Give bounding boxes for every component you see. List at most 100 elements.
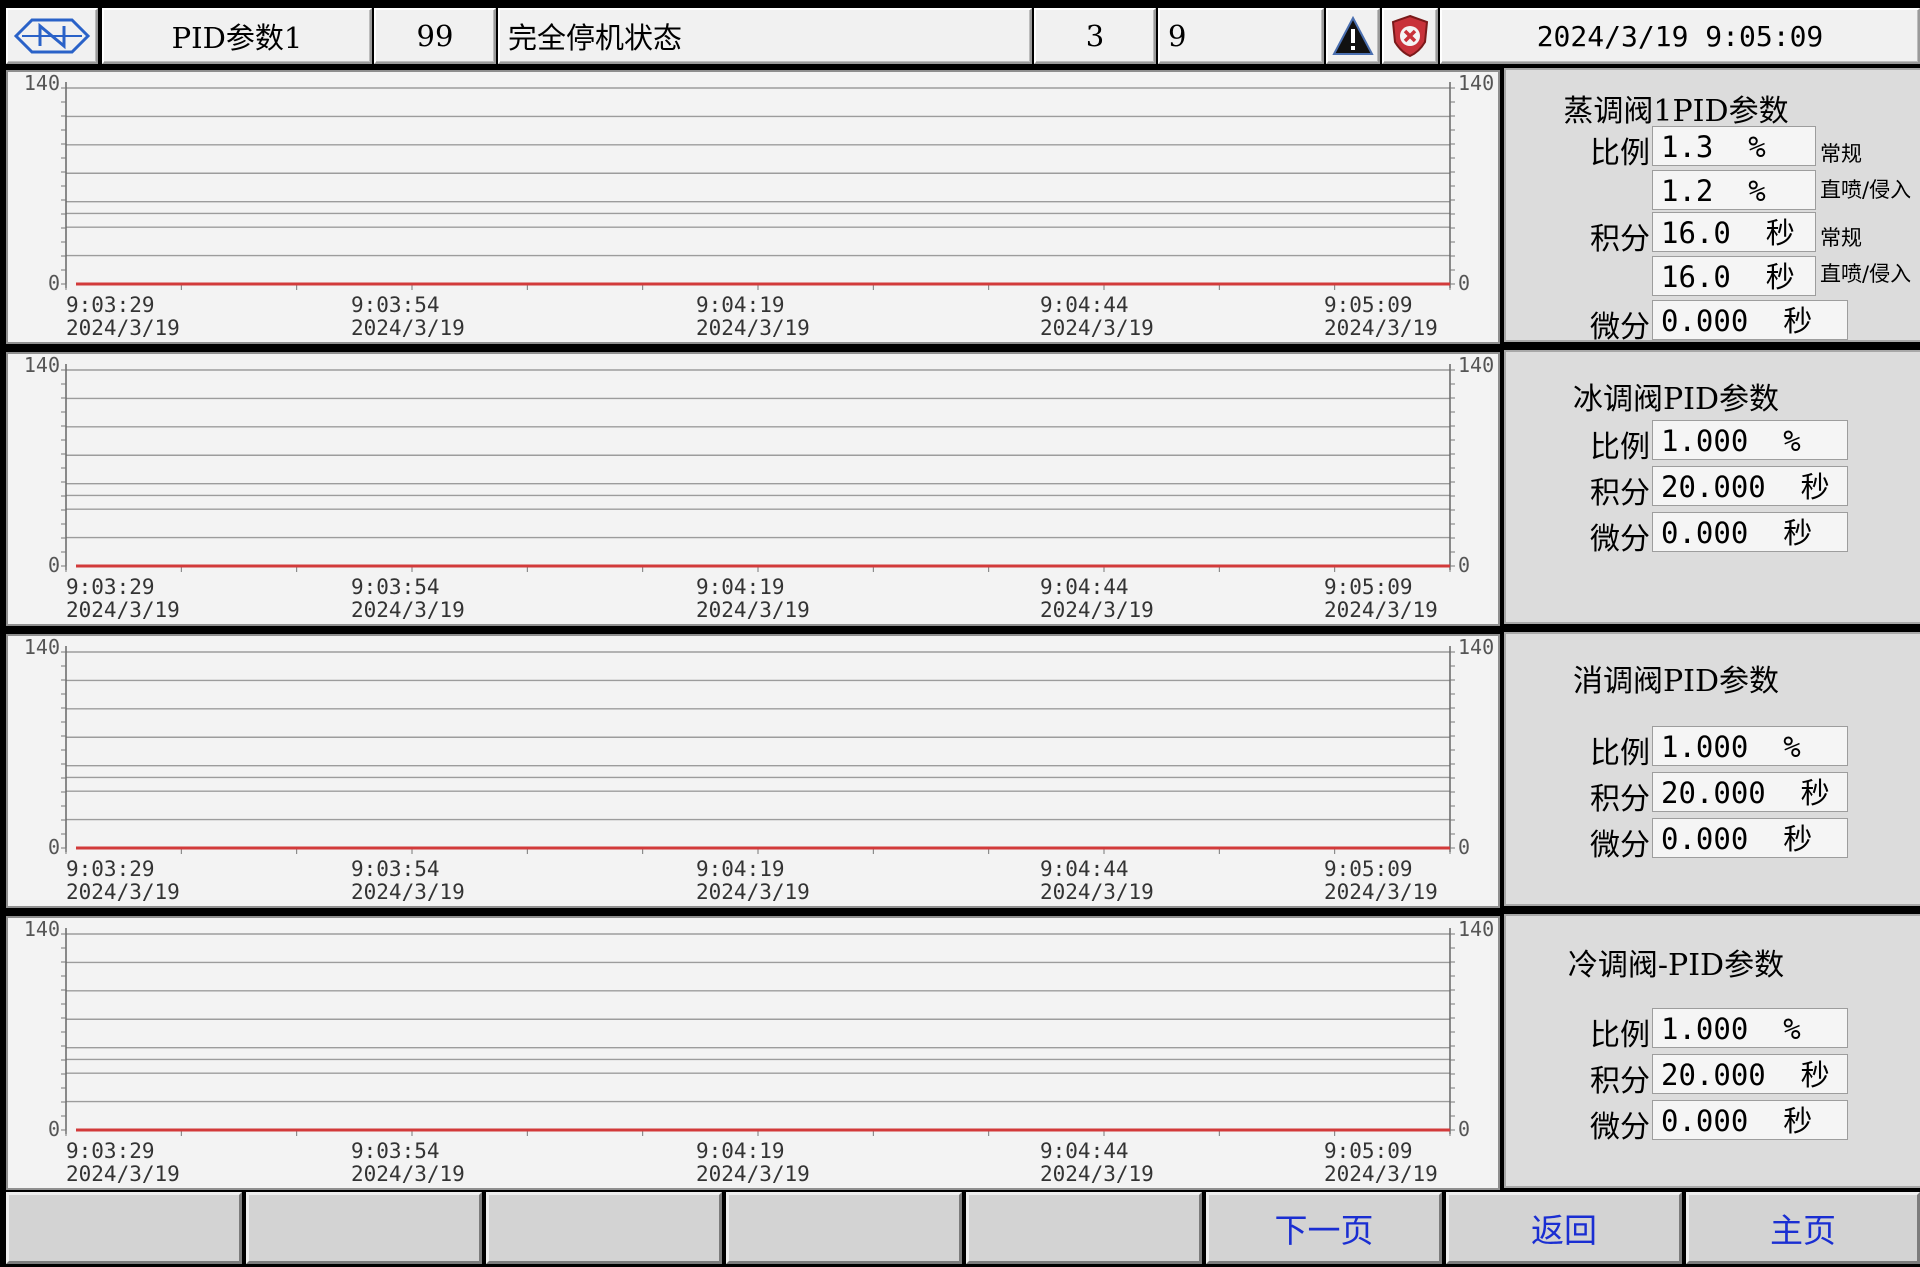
x-tick-label: 2024/3/19 [696,598,810,622]
x-tick-label: 9:05:09 [1324,293,1413,317]
function-button-4[interactable] [726,1192,962,1264]
x-tick-label: 9:03:54 [351,857,440,881]
param-panel-cold: 冷调阀-PID参数 比例 1.000 % 积分 20.000 秒 微分 0.00… [1504,914,1920,1188]
counter-a: 3 [1034,8,1156,64]
next-page-button[interactable]: 下一页 [1206,1192,1442,1264]
int-label: 积分 [1590,1064,1650,1099]
int-normal-note: 常规 [1820,226,1862,250]
y-max-label-right: 140 [1458,354,1494,377]
der-field[interactable]: 0.000 秒 [1652,300,1848,340]
back-button[interactable]: 返回 [1446,1192,1682,1264]
x-tick-label: 2024/3/19 [1040,1162,1154,1186]
x-tick-label: 9:03:29 [66,293,155,317]
x-tick-label: 2024/3/19 [351,880,465,904]
int-field[interactable]: 20.000 秒 [1652,1054,1848,1094]
x-tick-label: 9:05:09 [1324,1139,1413,1163]
datetime-display: 2024/3/19 9:05:09 [1440,8,1920,64]
y-max-label: 140 [24,354,60,377]
y-min-label: 0 [48,835,60,859]
x-tick-label: 9:04:44 [1040,293,1129,317]
counter-b: 9 [1158,8,1324,64]
trend-chart-3: 140 0 140 0 9:03:29 2024/3/19 9:03:54 2024/3/19… [6,634,1500,908]
panel-title: 蒸调阀1PID参数 [1563,94,1789,129]
x-tick-label: 2024/3/19 [66,598,180,622]
der-label: 微分 [1590,310,1650,345]
x-tick-label: 2024/3/19 [1324,1162,1438,1186]
home-button[interactable]: 主页 [1686,1192,1920,1264]
prop-label: 比例 [1590,136,1650,171]
y-min-label-right: 0 [1458,553,1470,577]
y-max-label-right: 140 [1458,918,1494,941]
param-panel-steam: 蒸调阀1PID参数 比例 1.3 % 常规 1.2 % 直喷/侵入 积分 16.… [1504,68,1920,345]
x-tick-label: 9:03:54 [351,1139,440,1163]
x-tick-label: 9:04:19 [696,293,785,317]
prop-label: 比例 [1590,1018,1650,1053]
x-tick-label: 2024/3/19 [66,880,180,904]
der-label: 微分 [1590,1110,1650,1145]
x-tick-label: 9:03:54 [351,293,440,317]
prop-field[interactable]: 1.000 % [1652,1008,1848,1048]
y-max-label-right: 140 [1458,636,1494,659]
chart-svg: 140014009:03:292024/3/199:03:542024/3/19… [24,918,1494,1186]
alarm-button[interactable] [1382,8,1438,64]
y-min-label-right: 0 [1458,271,1470,295]
int-jet-field[interactable]: 16.0 秒 [1652,256,1816,296]
x-tick-label: 9:05:09 [1324,857,1413,881]
trend-chart-2: 140 0 140 0 9:03:29 2024/3/19 9:03:54 2024/3/19… [6,352,1500,626]
function-button-3[interactable] [486,1192,722,1264]
x-tick-label: 2024/3/19 [696,316,810,340]
plot-area [66,652,1450,848]
der-field[interactable]: 0.000 秒 [1652,512,1848,552]
param-panel-disinfect: 消调阀PID参数 比例 1.000 % 积分 20.000 秒 微分 0.000… [1504,632,1920,906]
function-button-2[interactable] [246,1192,482,1264]
x-tick-label: 9:03:29 [66,575,155,599]
prop-normal-note: 常规 [1820,142,1862,166]
panel-title: 冷调阀-PID参数 [1567,948,1785,983]
int-field[interactable]: 20.000 秒 [1652,772,1848,812]
plot-area [66,88,1450,284]
x-tick-label: 2024/3/19 [351,316,465,340]
der-field[interactable]: 0.000 秒 [1652,818,1848,858]
run-status: 完全停机状态 [498,8,1032,64]
x-tick-label: 2024/3/19 [1040,316,1154,340]
prop-label: 比例 [1590,736,1650,771]
x-tick-label: 2024/3/19 [696,1162,810,1186]
chart-svg: 140014009:03:292024/3/199:03:542024/3/19… [24,354,1494,622]
der-field[interactable]: 0.000 秒 [1652,1100,1848,1140]
x-tick-label: 2024/3/19 [351,1162,465,1186]
int-label: 积分 [1590,782,1650,817]
x-tick-label: 2024/3/19 [696,880,810,904]
home-logo-button[interactable] [6,8,98,64]
panel-title: 消调阀PID参数 [1572,664,1780,699]
plot-area [66,370,1450,566]
trend-chart-4: 140 0 140 0 9:03:29 2024/3/19 9:03:54 2024/3/19… [6,916,1500,1190]
prop-field[interactable]: 1.000 % [1652,726,1848,766]
y-max-label: 140 [24,636,60,659]
prop-normal-field[interactable]: 1.3 % [1652,126,1816,166]
prop-field[interactable]: 1.000 % [1652,420,1848,460]
x-tick-label: 2024/3/19 [66,1162,180,1186]
shield-error-icon [1391,14,1429,58]
y-max-label: 140 [24,72,60,95]
x-tick-label: 2024/3/19 [1040,598,1154,622]
function-button-1[interactable] [6,1192,242,1264]
x-tick-label: 9:04:44 [1040,857,1129,881]
y-min-label: 0 [48,271,60,295]
int-jet-note: 直喷/侵入 [1820,262,1912,286]
x-tick-label: 9:04:19 [696,575,785,599]
int-label: 积分 [1590,476,1650,511]
function-button-5[interactable] [966,1192,1202,1264]
der-label: 微分 [1590,522,1650,557]
x-tick-label: 2024/3/19 [66,316,180,340]
x-tick-label: 9:03:29 [66,857,155,881]
int-normal-field[interactable]: 16.0 秒 [1652,212,1816,252]
y-min-label-right: 0 [1458,1117,1470,1141]
x-tick-label: 9:04:44 [1040,575,1129,599]
prop-jet-field[interactable]: 1.2 % [1652,170,1816,210]
int-field[interactable]: 20.000 秒 [1652,466,1848,506]
y-max-label: 140 [24,918,60,941]
warning-button[interactable] [1326,8,1380,64]
chart-svg: 140014009:03:292024/3/199:03:542024/3/19… [24,72,1494,340]
plot-area [66,934,1450,1130]
der-label: 微分 [1590,828,1650,863]
